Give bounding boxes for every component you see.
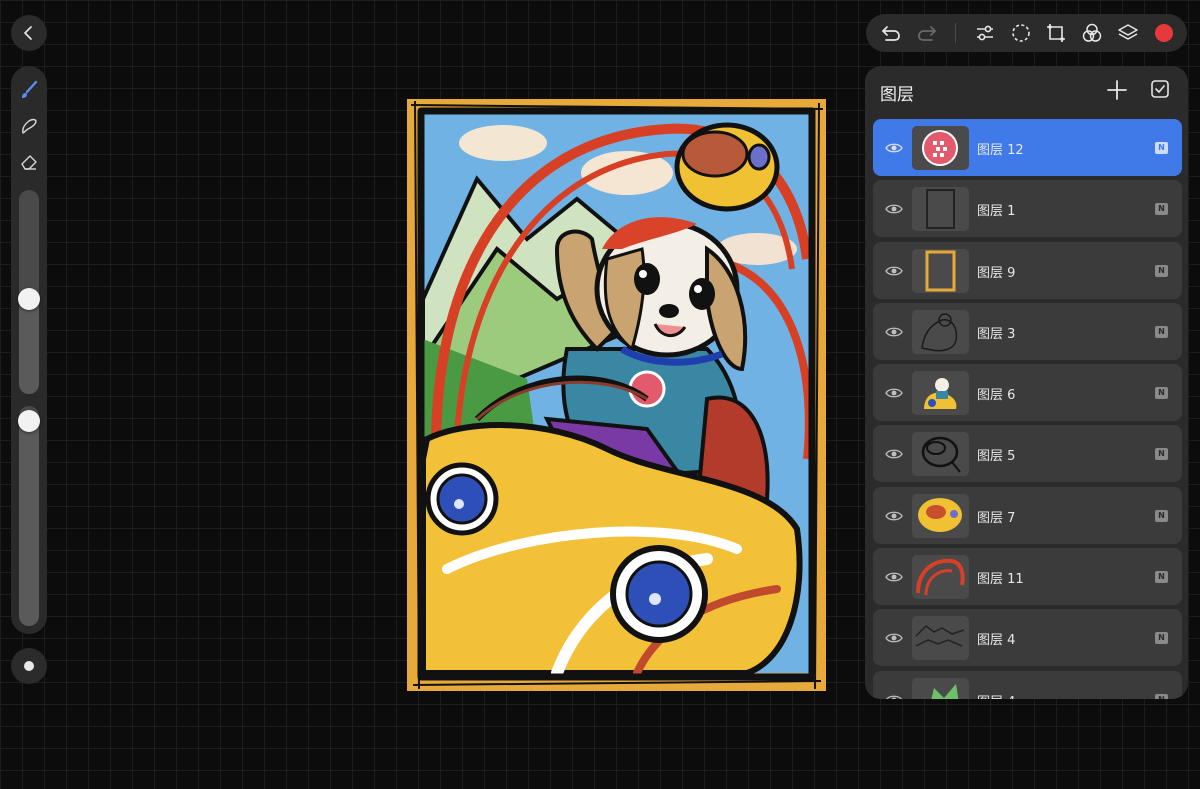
layer-thumbnail: [912, 432, 969, 477]
layer-name: 图层 5: [977, 449, 1016, 465]
drawing-canvas[interactable]: [407, 99, 826, 691]
layer-row[interactable]: 图层 9 N: [873, 241, 1182, 299]
transform-icon: [1047, 24, 1065, 42]
artwork-illustration: [407, 99, 826, 691]
adjustments-button[interactable]: [973, 21, 997, 45]
blend-mode-badge[interactable]: N: [1155, 203, 1168, 216]
layer-row[interactable]: 图层 12 N: [873, 119, 1182, 176]
eraser-tool[interactable]: [17, 150, 41, 174]
visibility-eye-icon[interactable]: [885, 691, 903, 699]
brush-icon: [22, 80, 38, 98]
blend-icon: [1082, 23, 1102, 42]
layer-name: 图层 12: [977, 143, 1024, 158]
layer-thumbnail: [912, 248, 969, 293]
layer-thumbnail: [912, 616, 969, 661]
transform-button[interactable]: [1044, 21, 1068, 45]
layer-name: 图层 7: [977, 510, 1016, 526]
opacity-knob[interactable]: [18, 409, 40, 432]
blend-mode-badge[interactable]: N: [1155, 632, 1168, 645]
dot-icon: [24, 661, 34, 671]
visibility-eye-icon[interactable]: [885, 139, 903, 157]
undo-button[interactable]: [879, 21, 903, 45]
toolbar-divider: [955, 23, 956, 43]
layer-row[interactable]: 图层 6 N: [873, 364, 1182, 422]
layer-row[interactable]: 图层 7 N: [873, 486, 1182, 544]
visibility-eye-icon[interactable]: [885, 445, 903, 463]
undo-icon: [882, 26, 900, 41]
checkbox-icon: [1151, 80, 1169, 98]
layer-thumbnail: [912, 309, 969, 354]
left-toolbar: [11, 66, 47, 634]
layer-name: 图层 11: [977, 572, 1024, 588]
layer-thumbnail: [912, 555, 969, 600]
layer-thumbnail: [912, 126, 969, 170]
blend-mode-badge[interactable]: N: [1155, 571, 1168, 584]
color-button[interactable]: [1152, 21, 1176, 45]
back-button[interactable]: [11, 15, 47, 51]
redo-icon: [918, 26, 936, 41]
blend-mode-badge[interactable]: N: [1155, 509, 1168, 522]
visibility-eye-icon[interactable]: [885, 384, 903, 402]
selection-button[interactable]: [1009, 21, 1033, 45]
blend-mode-badge[interactable]: N: [1155, 142, 1168, 154]
visibility-eye-icon[interactable]: [885, 200, 903, 218]
visibility-eye-icon[interactable]: [885, 568, 903, 586]
selection-icon: [1012, 24, 1030, 42]
opacity-slider[interactable]: [18, 406, 40, 626]
blend-mode-badge[interactable]: N: [1155, 448, 1168, 461]
top-toolbar: [866, 14, 1187, 52]
brush-size-fill: [19, 299, 39, 394]
smudge-tool[interactable]: [17, 114, 41, 138]
plus-icon: [1107, 80, 1127, 100]
blend-mode-badge[interactable]: N: [1155, 387, 1168, 400]
visibility-eye-icon[interactable]: [885, 262, 903, 280]
layers-panel: 图层 图层 12 N 图层 1 N 图层 9 N 图层 3 N 图层 6 N 图…: [865, 66, 1188, 699]
blend-mode-badge[interactable]: N: [1155, 693, 1168, 699]
layer-name: 图层 1: [977, 204, 1016, 220]
layers-button[interactable]: [1116, 21, 1140, 45]
layer-row[interactable]: 图层 1 N: [873, 180, 1182, 238]
layer-row[interactable]: 图层 4 N: [873, 670, 1182, 699]
layer-name: 图层 4: [977, 633, 1016, 649]
layer-thumbnail: [912, 371, 969, 416]
layer-row[interactable]: 图层 11 N: [873, 548, 1182, 606]
layer-name: 图层 4: [977, 691, 1015, 699]
visibility-eye-icon[interactable]: [885, 629, 903, 647]
add-layer-button[interactable]: [1106, 79, 1128, 101]
layers-icon: [1118, 24, 1138, 40]
visibility-eye-icon[interactable]: [885, 507, 903, 525]
multi-select-button[interactable]: [1149, 78, 1171, 100]
eraser-icon: [21, 155, 37, 170]
blend-mode-badge[interactable]: N: [1155, 264, 1168, 277]
layer-name: 图层 9: [977, 265, 1016, 281]
chevron-left-icon: [24, 26, 32, 40]
layer-list: 图层 12 N 图层 1 N 图层 9 N 图层 3 N 图层 6 N 图层 5…: [873, 119, 1182, 699]
layer-thumbnail: [912, 493, 969, 538]
brush-size-slider[interactable]: [18, 190, 40, 394]
layer-thumbnail: [912, 187, 969, 232]
layer-name: 图层 6: [977, 388, 1016, 404]
blend-mode-badge[interactable]: N: [1155, 325, 1168, 338]
layer-row[interactable]: 图层 5 N: [873, 425, 1182, 483]
opacity-fill: [19, 420, 39, 626]
layer-row[interactable]: 图层 3 N: [873, 302, 1182, 360]
layer-thumbnail: [912, 677, 969, 699]
current-color-swatch: [1155, 24, 1173, 42]
blend-button[interactable]: [1080, 21, 1104, 45]
smudge-icon: [22, 118, 37, 134]
brush-tool[interactable]: [17, 78, 41, 102]
panel-title: 图层: [880, 85, 914, 105]
visibility-eye-icon[interactable]: [885, 323, 903, 341]
modifier-button[interactable]: [11, 648, 47, 684]
redo-button[interactable]: [915, 21, 939, 45]
adjustments-icon: [977, 25, 993, 41]
layer-row[interactable]: 图层 4 N: [873, 609, 1182, 667]
layer-name: 图层 3: [977, 326, 1016, 342]
